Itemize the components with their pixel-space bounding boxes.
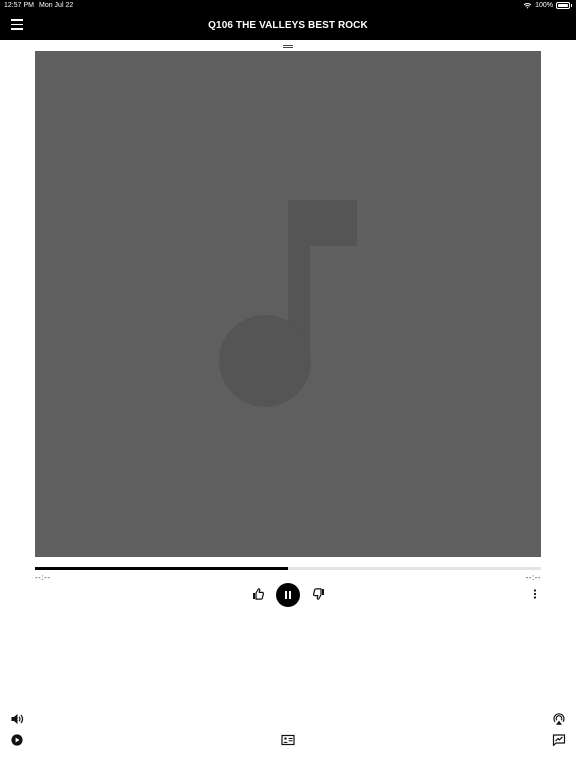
airplay-button[interactable] bbox=[552, 712, 566, 726]
battery-icon bbox=[556, 2, 572, 9]
thumb-down-button[interactable] bbox=[312, 587, 326, 601]
drag-handle[interactable] bbox=[283, 44, 293, 49]
more-vertical-icon bbox=[533, 589, 537, 599]
status-bar: 12:57 PM Mon Jul 22 100% bbox=[0, 0, 576, 11]
wifi-icon bbox=[523, 3, 532, 9]
battery-fill bbox=[558, 4, 568, 7]
media-card-icon bbox=[281, 734, 295, 746]
pause-icon-bar bbox=[288, 591, 291, 599]
media-card-button[interactable] bbox=[281, 733, 295, 747]
pause-button[interactable] bbox=[276, 583, 300, 607]
progress-fill bbox=[35, 567, 288, 570]
play-circle-button[interactable] bbox=[10, 733, 24, 747]
station-title: Q106 THE VALLEYS BEST ROCK bbox=[208, 20, 368, 31]
app-header: Q106 THE VALLEYS BEST ROCK bbox=[0, 11, 576, 40]
pause-icon bbox=[285, 591, 288, 599]
more-options-button[interactable] bbox=[528, 587, 542, 601]
status-date: Mon Jul 22 bbox=[39, 2, 74, 9]
thumb-up-icon bbox=[253, 588, 265, 600]
lyrics-icon bbox=[552, 734, 566, 747]
play-circle-icon bbox=[11, 734, 23, 746]
album-artwork bbox=[35, 51, 541, 557]
thumb-down-icon bbox=[312, 588, 324, 600]
status-right: 100% bbox=[523, 0, 572, 11]
lyrics-button[interactable] bbox=[552, 733, 566, 747]
music-note-icon bbox=[219, 200, 357, 407]
status-time: 12:57 PM bbox=[4, 2, 34, 9]
app-screen: 12:57 PM Mon Jul 22 100% Q106 THE VALLEY… bbox=[0, 0, 576, 768]
volume-button[interactable] bbox=[10, 712, 24, 726]
elapsed-time: --:-- bbox=[35, 573, 51, 582]
remaining-time: --:-- bbox=[525, 573, 541, 582]
progress-bar[interactable] bbox=[35, 567, 541, 570]
volume-icon bbox=[11, 714, 24, 724]
battery-percentage: 100% bbox=[535, 2, 553, 9]
airplay-icon bbox=[553, 713, 565, 725]
thumb-up-button[interactable] bbox=[251, 587, 265, 601]
